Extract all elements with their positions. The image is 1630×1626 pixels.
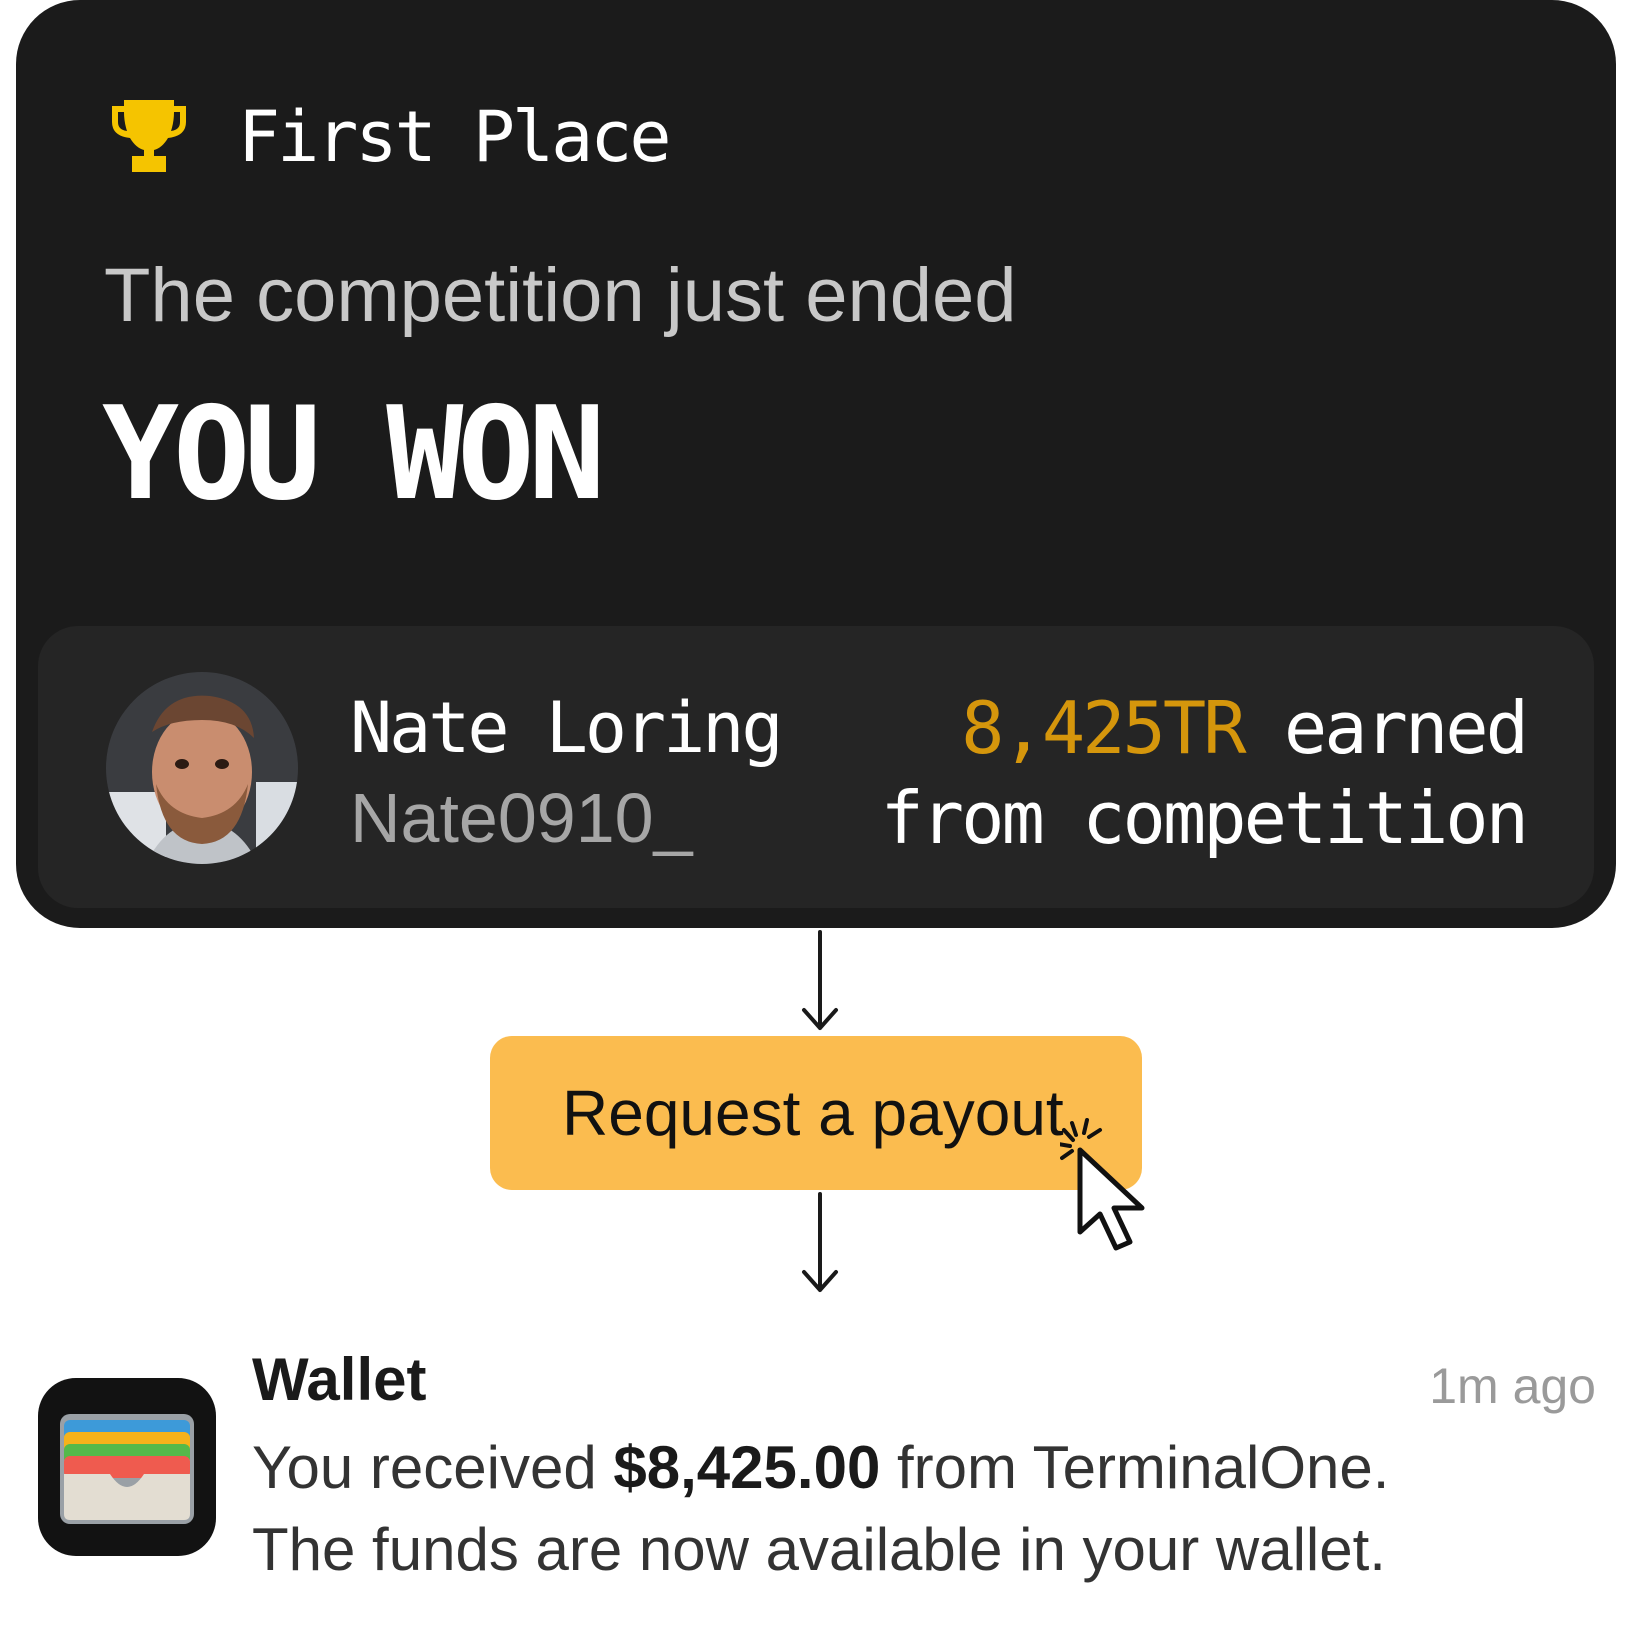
earnings-source: from competition	[880, 776, 1529, 860]
notification-amount: $8,425.00	[613, 1434, 881, 1501]
earnings-amount: 8,425TR	[961, 686, 1246, 770]
notification-app-name: Wallet	[252, 1346, 427, 1413]
user-name: Nate Loring	[350, 687, 784, 769]
trophy-icon	[112, 100, 186, 172]
cursor-click-icon	[1060, 1118, 1145, 1251]
earnings-suffix: earned	[1243, 686, 1529, 770]
avatar	[106, 672, 298, 864]
headline: YOU WON	[102, 380, 605, 529]
notification-suffix: from TerminalOne.	[880, 1434, 1390, 1501]
arrow-down-icon	[802, 930, 838, 1030]
competition-result-card: First Place The competition just ended Y…	[16, 0, 1616, 928]
user-handle: Nate0910_	[350, 779, 693, 857]
notification-timestamp: 1m ago	[1429, 1358, 1596, 1414]
request-payout-button[interactable]: Request a payout	[490, 1036, 1142, 1190]
notification-message-line1: You received $8,425.00 from TerminalOne.	[252, 1430, 1389, 1506]
badge-label: First Place	[238, 96, 672, 178]
notification-prefix: You received	[252, 1434, 614, 1501]
arrow-down-icon	[802, 1192, 838, 1292]
earnings-amount-line: 8,425TR earned	[961, 686, 1529, 770]
notification-message-line2: The funds are now available in your wall…	[252, 1516, 1386, 1583]
wallet-app-icon	[38, 1378, 216, 1556]
user-panel: Nate Loring Nate0910_ 8,425TR earned fro…	[38, 626, 1594, 908]
subtitle: The competition just ended	[104, 253, 1017, 338]
